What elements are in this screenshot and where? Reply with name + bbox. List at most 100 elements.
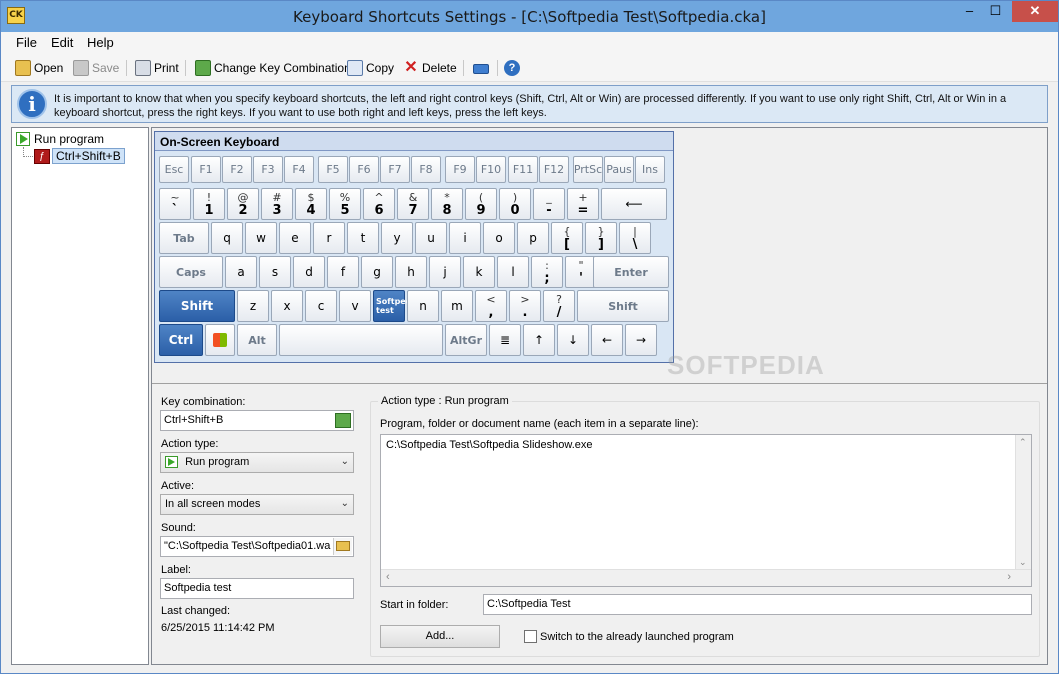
folder-browse-button[interactable] <box>333 538 352 555</box>
key-b-assigned[interactable]: Softpedia test <box>373 290 420 322</box>
key-e[interactable]: e <box>279 222 311 254</box>
close-button[interactable]: ✕ <box>1012 1 1058 22</box>
action-type-select[interactable]: Run program ⌄ <box>160 452 354 473</box>
key-caps[interactable]: Caps <box>159 256 223 288</box>
key-s[interactable]: s <box>259 256 291 288</box>
key-y[interactable]: y <box>381 222 413 254</box>
key-o[interactable]: o <box>483 222 515 254</box>
key-esc[interactable]: Esc <box>159 156 189 183</box>
key-altgr[interactable]: AltGr <box>445 324 487 356</box>
menu-help[interactable]: Help <box>87 35 114 50</box>
key-digit-5[interactable]: % 5 <box>329 188 361 220</box>
key-win[interactable] <box>205 324 235 356</box>
key-ins[interactable]: Ins <box>635 156 665 183</box>
key-change-icon[interactable] <box>335 413 351 428</box>
key-digit-9[interactable]: (9 <box>465 188 497 220</box>
key-ctrl[interactable]: Ctrl <box>159 324 203 356</box>
key-digit-=[interactable]: + = <box>567 188 599 220</box>
print-button[interactable]: Print <box>135 59 179 77</box>
key-menu[interactable]: ≣ <box>489 324 521 356</box>
key-f6[interactable]: F6 <box>349 156 379 183</box>
key-z[interactable]: z <box>237 290 269 322</box>
key-r[interactable]: r <box>313 222 345 254</box>
key-t[interactable]: t <box>347 222 379 254</box>
delete-button[interactable]: ✕ Delete <box>403 59 456 77</box>
key-enter[interactable]: Enter <box>593 256 669 288</box>
key-d[interactable]: d <box>293 256 325 288</box>
key-digit-4[interactable]: $4 <box>295 188 327 220</box>
key-bracket-2[interactable]: | \ <box>619 222 651 254</box>
key-f10[interactable]: F10 <box>476 156 506 183</box>
key-punct-2[interactable]: <, <box>475 290 507 322</box>
key-p[interactable]: p <box>517 222 549 254</box>
key-f4[interactable]: F4 <box>284 156 314 183</box>
key-x[interactable]: x <box>271 290 303 322</box>
menu-edit[interactable]: Edit <box>51 35 73 50</box>
copy-button[interactable]: Copy <box>347 59 394 77</box>
key-arrow-0[interactable]: ↑ <box>523 324 555 356</box>
key-digit--[interactable]: _ - <box>533 188 565 220</box>
key-a[interactable]: a <box>225 256 257 288</box>
minimize-button[interactable]: – <box>957 1 982 22</box>
key-space[interactable] <box>279 324 443 356</box>
key-prtsc[interactable]: PrtSc <box>573 156 603 183</box>
key-f12[interactable]: F12 <box>539 156 569 183</box>
key-f9[interactable]: F9 <box>445 156 475 183</box>
key-digit-7[interactable]: & 7 <box>397 188 429 220</box>
key-i[interactable]: i <box>449 222 481 254</box>
chevron-down-icon[interactable]: ⌄ <box>1019 557 1027 568</box>
key-punct-0[interactable]: :; <box>531 256 563 288</box>
key-f7[interactable]: F7 <box>380 156 410 183</box>
key-f2[interactable]: F2 <box>222 156 252 183</box>
key-v[interactable]: v <box>339 290 371 322</box>
horizontal-scrollbar[interactable]: ‹ › <box>381 569 1031 586</box>
chevron-right-icon[interactable]: › <box>1007 571 1011 583</box>
add-button[interactable]: Add... <box>380 625 500 648</box>
key-digit-2[interactable]: @2 <box>227 188 259 220</box>
key-f5[interactable]: F5 <box>318 156 348 183</box>
key-bracket-1[interactable]: }] <box>585 222 617 254</box>
key-digit-1[interactable]: ! 1 <box>193 188 225 220</box>
key-digit-6[interactable]: ^ 6 <box>363 188 395 220</box>
chevron-left-icon[interactable]: ‹ <box>386 571 390 583</box>
sound-field[interactable]: "C:\Softpedia Test\Softpedia01.wa <box>160 536 354 557</box>
key-n[interactable]: n <box>407 290 439 322</box>
key-c[interactable]: c <box>305 290 337 322</box>
tree-item-shortcut[interactable]: ƒ Ctrl+Shift+B <box>34 148 125 164</box>
save-button[interactable]: Save <box>73 59 119 77</box>
key-backspace[interactable]: ⟵ <box>601 188 667 220</box>
key-w[interactable]: w <box>245 222 277 254</box>
key-h[interactable]: h <box>395 256 427 288</box>
key-punct-3[interactable]: >. <box>509 290 541 322</box>
key-j[interactable]: j <box>429 256 461 288</box>
key-k[interactable]: k <box>463 256 495 288</box>
key-tab[interactable]: Tab <box>159 222 209 254</box>
help-button[interactable]: ? <box>504 59 523 77</box>
key-f8[interactable]: F8 <box>411 156 441 183</box>
key-arrow-1[interactable]: ↓ <box>557 324 589 356</box>
label-field[interactable]: Softpedia test <box>160 578 354 599</box>
key-q[interactable]: q <box>211 222 243 254</box>
vertical-scrollbar[interactable]: ⌃ ⌄ <box>1015 435 1031 570</box>
key-m[interactable]: m <box>441 290 473 322</box>
maximize-button[interactable]: ☐ <box>983 1 1008 22</box>
key-digit-3[interactable]: #3 <box>261 188 293 220</box>
key-shift-left[interactable]: Shift <box>159 290 235 322</box>
key-combination-field[interactable]: Ctrl+Shift+B <box>160 410 354 431</box>
keyboard-button[interactable] <box>473 59 492 77</box>
open-button[interactable]: Open <box>15 59 63 77</box>
key-arrow-3[interactable]: → <box>625 324 657 356</box>
key-f[interactable]: f <box>327 256 359 288</box>
change-key-combination-button[interactable]: Change Key Combination <box>195 59 351 77</box>
key-u[interactable]: u <box>415 222 447 254</box>
key-arrow-2[interactable]: ← <box>591 324 623 356</box>
key-digit-0[interactable]: ) 0 <box>499 188 531 220</box>
key-l[interactable]: l <box>497 256 529 288</box>
key-digit-`[interactable]: ~ ` <box>159 188 191 220</box>
key-alt[interactable]: Alt <box>237 324 277 356</box>
key-f3[interactable]: F3 <box>253 156 283 183</box>
key-bracket-0[interactable]: {[ <box>551 222 583 254</box>
key-g[interactable]: g <box>361 256 393 288</box>
tree-item-run-program[interactable]: Run program <box>16 132 104 146</box>
key-paus[interactable]: Paus <box>604 156 634 183</box>
